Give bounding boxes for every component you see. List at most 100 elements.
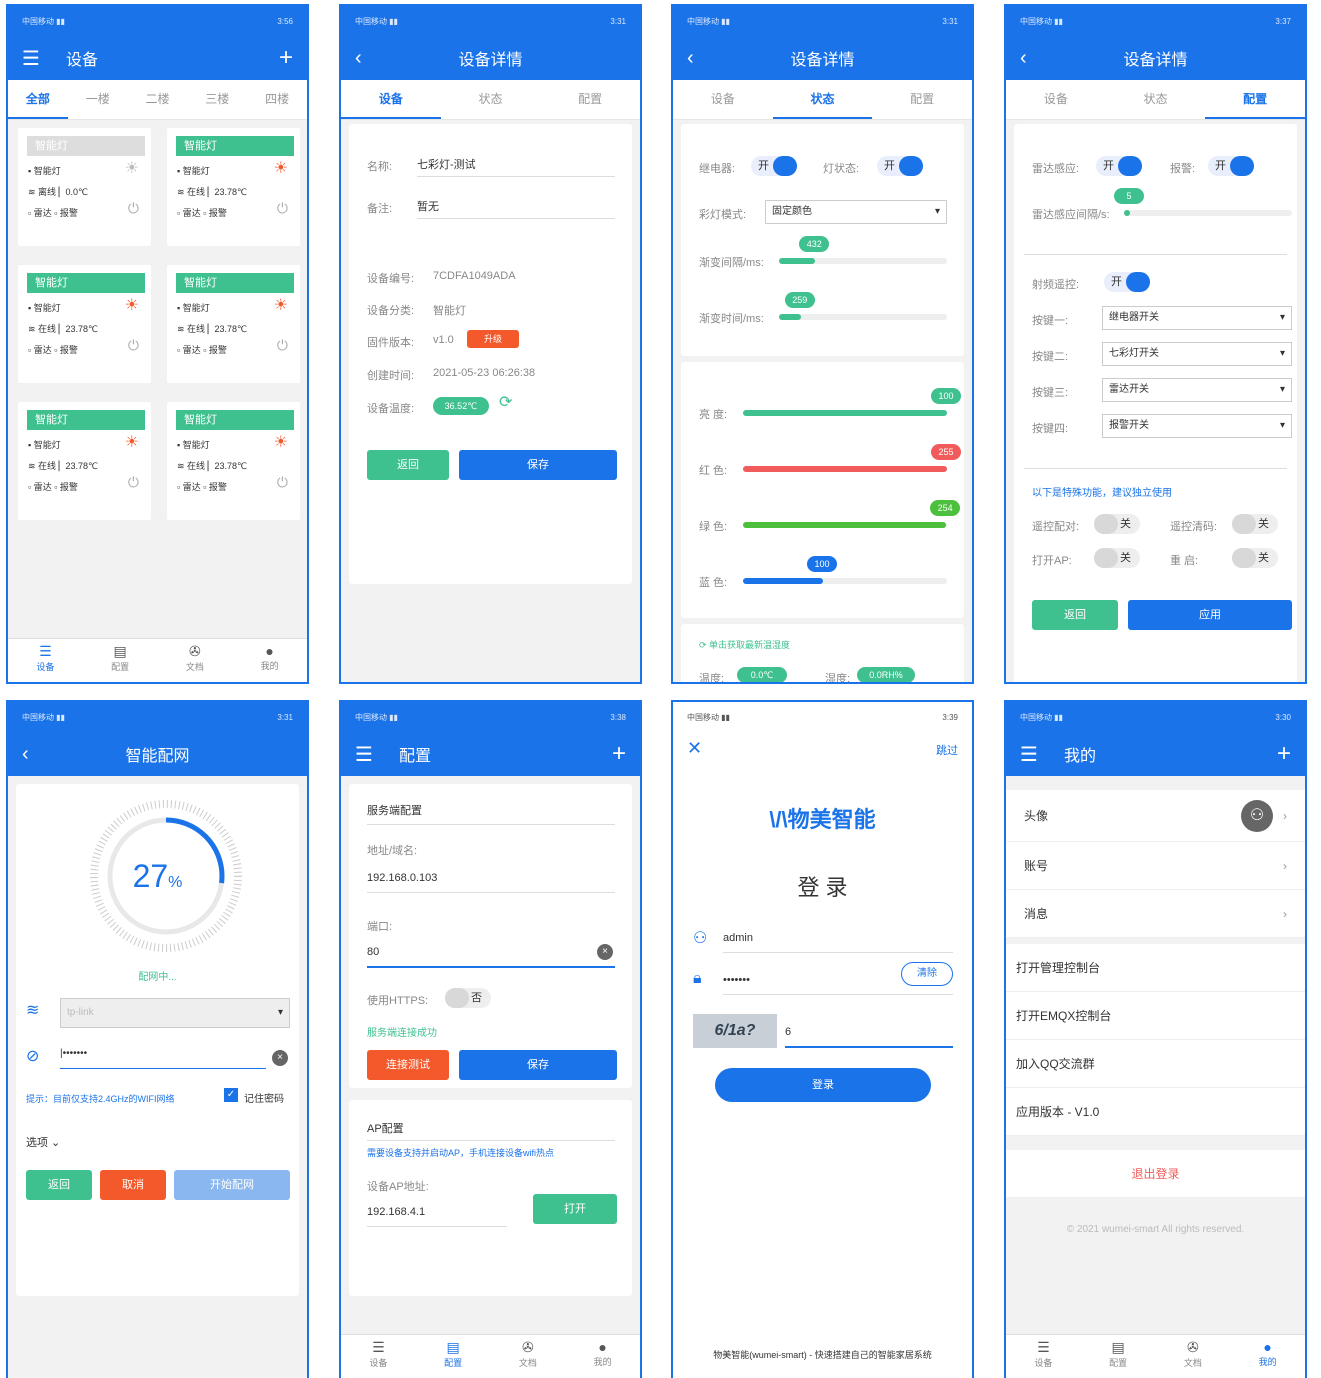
device-card[interactable]: 智能灯 ▪ 智能灯 ☀ ≋ 离线 ▏0.0℃ ▫ 雷达 ▫ 报警 ⏻ bbox=[18, 128, 151, 246]
cancel-button[interactable]: 取消 bbox=[100, 1170, 166, 1200]
bulb-icon[interactable]: ☀ bbox=[274, 158, 288, 178]
nav-devices[interactable]: ☰ 设备 bbox=[341, 1335, 416, 1378]
account-row[interactable]: 账号 › bbox=[1006, 842, 1305, 890]
bulb-icon[interactable]: ☀ bbox=[125, 432, 139, 452]
power-icon[interactable]: ⏻ bbox=[277, 474, 288, 491]
refresh-env-link[interactable]: ⟳ 单击获取最新温湿度 bbox=[699, 638, 790, 651]
captcha-image[interactable]: 6/1a? bbox=[693, 1014, 777, 1048]
tab-floor4[interactable]: 四楼 bbox=[247, 80, 307, 119]
tab-device[interactable]: 设备 bbox=[673, 80, 773, 119]
back-button[interactable]: 返回 bbox=[26, 1170, 92, 1200]
brightness-slider[interactable]: 100 bbox=[743, 388, 961, 416]
menu-join-qq[interactable]: 加入QQ交流群 bbox=[1006, 1040, 1305, 1088]
ap-address-input[interactable]: 192.168.4.1 bbox=[367, 1206, 425, 1218]
restart-switch[interactable]: 关 bbox=[1232, 548, 1278, 568]
nav-config[interactable]: ▤ 配置 bbox=[416, 1335, 491, 1378]
gradient-time-slider[interactable]: 259 bbox=[779, 292, 947, 320]
skip-link[interactable]: 跳过 bbox=[936, 742, 958, 758]
tab-floor2[interactable]: 二楼 bbox=[128, 80, 188, 119]
relay-switch[interactable]: 开 bbox=[751, 156, 797, 176]
https-switch[interactable]: 否 bbox=[445, 988, 491, 1008]
pair-switch[interactable]: 关 bbox=[1094, 514, 1140, 534]
blue-slider[interactable]: 100 bbox=[743, 556, 947, 584]
eye-off-icon[interactable]: ⊘ bbox=[26, 1046, 39, 1066]
upgrade-button[interactable]: 升级 bbox=[467, 330, 519, 348]
menu-emqx-console[interactable]: 打开EMQX控制台 bbox=[1006, 992, 1305, 1040]
password-input[interactable]: |••••••• bbox=[60, 1048, 87, 1059]
close-icon[interactable]: ✕ bbox=[687, 738, 702, 759]
key4-select[interactable]: 报警开关 bbox=[1102, 414, 1292, 438]
tab-config[interactable]: 配置 bbox=[872, 80, 972, 119]
add-icon[interactable]: + bbox=[279, 44, 293, 72]
clear-button[interactable]: 清除 bbox=[901, 962, 953, 986]
save-button[interactable]: 保存 bbox=[459, 1050, 617, 1080]
menu-icon[interactable]: ☰ bbox=[1020, 742, 1038, 767]
power-icon[interactable]: ⏻ bbox=[128, 474, 139, 491]
open-button[interactable]: 打开 bbox=[533, 1194, 617, 1224]
device-card[interactable]: 智能灯 ▪ 智能灯 ☀ ≋ 在线 ▏23.78℃ ▫ 雷达 ▫ 报警 ⏻ bbox=[167, 402, 300, 520]
ap-switch[interactable]: 关 bbox=[1094, 548, 1140, 568]
options-toggle[interactable]: 选项 ⌄ bbox=[26, 1134, 60, 1150]
add-icon[interactable]: + bbox=[1277, 740, 1291, 768]
back-button[interactable]: 返回 bbox=[1032, 600, 1118, 630]
key3-select[interactable]: 雷达开关 bbox=[1102, 378, 1292, 402]
red-slider[interactable]: 255 bbox=[743, 444, 961, 472]
power-icon[interactable]: ⏻ bbox=[128, 337, 139, 354]
tab-all[interactable]: 全部 bbox=[8, 80, 68, 119]
bulb-icon[interactable]: ☀ bbox=[274, 295, 288, 315]
password-input[interactable]: ••••••• bbox=[723, 974, 750, 986]
port-input[interactable]: 80 bbox=[367, 946, 379, 958]
nav-config[interactable]: ▤ 配置 bbox=[1081, 1335, 1156, 1378]
key2-select[interactable]: 七彩灯开关 bbox=[1102, 342, 1292, 366]
username-input[interactable]: admin bbox=[723, 932, 753, 944]
name-input[interactable]: 七彩灯-测试 bbox=[417, 156, 476, 172]
address-input[interactable]: 192.168.0.103 bbox=[367, 872, 437, 884]
device-card[interactable]: 智能灯 ▪ 智能灯 ☀ ≋ 在线 ▏23.78℃ ▫ 雷达 ▫ 报警 ⏻ bbox=[167, 265, 300, 383]
tab-floor1[interactable]: 一楼 bbox=[68, 80, 128, 119]
power-icon[interactable]: ⏻ bbox=[277, 200, 288, 217]
green-slider[interactable]: 254 bbox=[743, 500, 961, 528]
remember-checkbox[interactable]: ✓ bbox=[224, 1088, 238, 1102]
bulb-icon[interactable]: ☀ bbox=[274, 432, 288, 452]
lamp-switch[interactable]: 开 bbox=[877, 156, 923, 176]
power-icon[interactable]: ⏻ bbox=[277, 337, 288, 354]
nav-devices[interactable]: ☰ 设备 bbox=[1006, 1335, 1081, 1378]
bulb-icon[interactable]: ☀ bbox=[125, 158, 139, 178]
add-icon[interactable]: + bbox=[612, 740, 626, 768]
device-card[interactable]: 智能灯 ▪ 智能灯 ☀ ≋ 在线 ▏23.78℃ ▫ 雷达 ▫ 报警 ⏻ bbox=[18, 402, 151, 520]
tab-config[interactable]: 配置 bbox=[1205, 80, 1305, 119]
tab-config[interactable]: 配置 bbox=[540, 80, 640, 119]
message-row[interactable]: 消息 › bbox=[1006, 890, 1305, 938]
menu-admin-console[interactable]: 打开管理控制台 bbox=[1006, 944, 1305, 992]
tab-state[interactable]: 状态 bbox=[772, 80, 873, 119]
tab-floor3[interactable]: 三楼 bbox=[187, 80, 247, 119]
save-button[interactable]: 保存 bbox=[459, 450, 617, 480]
clear-icon[interactable]: × bbox=[597, 944, 613, 960]
alarm-switch[interactable]: 开 bbox=[1208, 156, 1254, 176]
menu-icon[interactable]: ☰ bbox=[355, 742, 373, 767]
clear-icon[interactable]: × bbox=[272, 1050, 288, 1066]
key1-select[interactable]: 继电器开关 bbox=[1102, 306, 1292, 330]
tab-state[interactable]: 状态 bbox=[441, 80, 541, 119]
radar-switch[interactable]: 开 bbox=[1096, 156, 1142, 176]
ssid-select[interactable]: tp-link bbox=[60, 998, 290, 1028]
nav-mine[interactable]: ● 我的 bbox=[232, 639, 307, 682]
menu-icon[interactable]: ☰ bbox=[22, 46, 40, 71]
captcha-input[interactable]: 6 bbox=[785, 1026, 791, 1038]
avatar-row[interactable]: 头像 ⚇ › bbox=[1006, 790, 1305, 842]
device-card[interactable]: 智能灯 ▪ 智能灯 ☀ ≋ 在线 ▏23.78℃ ▫ 雷达 ▫ 报警 ⏻ bbox=[167, 128, 300, 246]
power-icon[interactable]: ⏻ bbox=[128, 200, 139, 217]
back-button[interactable]: 返回 bbox=[367, 450, 449, 480]
bulb-icon[interactable]: ☀ bbox=[125, 295, 139, 315]
apply-button[interactable]: 应用 bbox=[1128, 600, 1292, 630]
logout-button[interactable]: 退出登录 bbox=[1006, 1150, 1305, 1198]
device-card[interactable]: 智能灯 ▪ 智能灯 ☀ ≋ 在线 ▏23.78℃ ▫ 雷达 ▫ 报警 ⏻ bbox=[18, 265, 151, 383]
gradient-interval-slider[interactable]: 432 bbox=[779, 236, 947, 264]
login-button[interactable]: 登录 bbox=[715, 1068, 931, 1102]
nav-docs[interactable]: ✇ 文档 bbox=[158, 639, 233, 682]
nav-mine[interactable]: ● 我的 bbox=[1230, 1335, 1305, 1378]
nav-mine[interactable]: ● 我的 bbox=[565, 1335, 640, 1378]
tab-device[interactable]: 设备 bbox=[341, 80, 441, 119]
test-button[interactable]: 连接测试 bbox=[367, 1050, 449, 1080]
remark-input[interactable]: 暂无 bbox=[417, 198, 439, 214]
